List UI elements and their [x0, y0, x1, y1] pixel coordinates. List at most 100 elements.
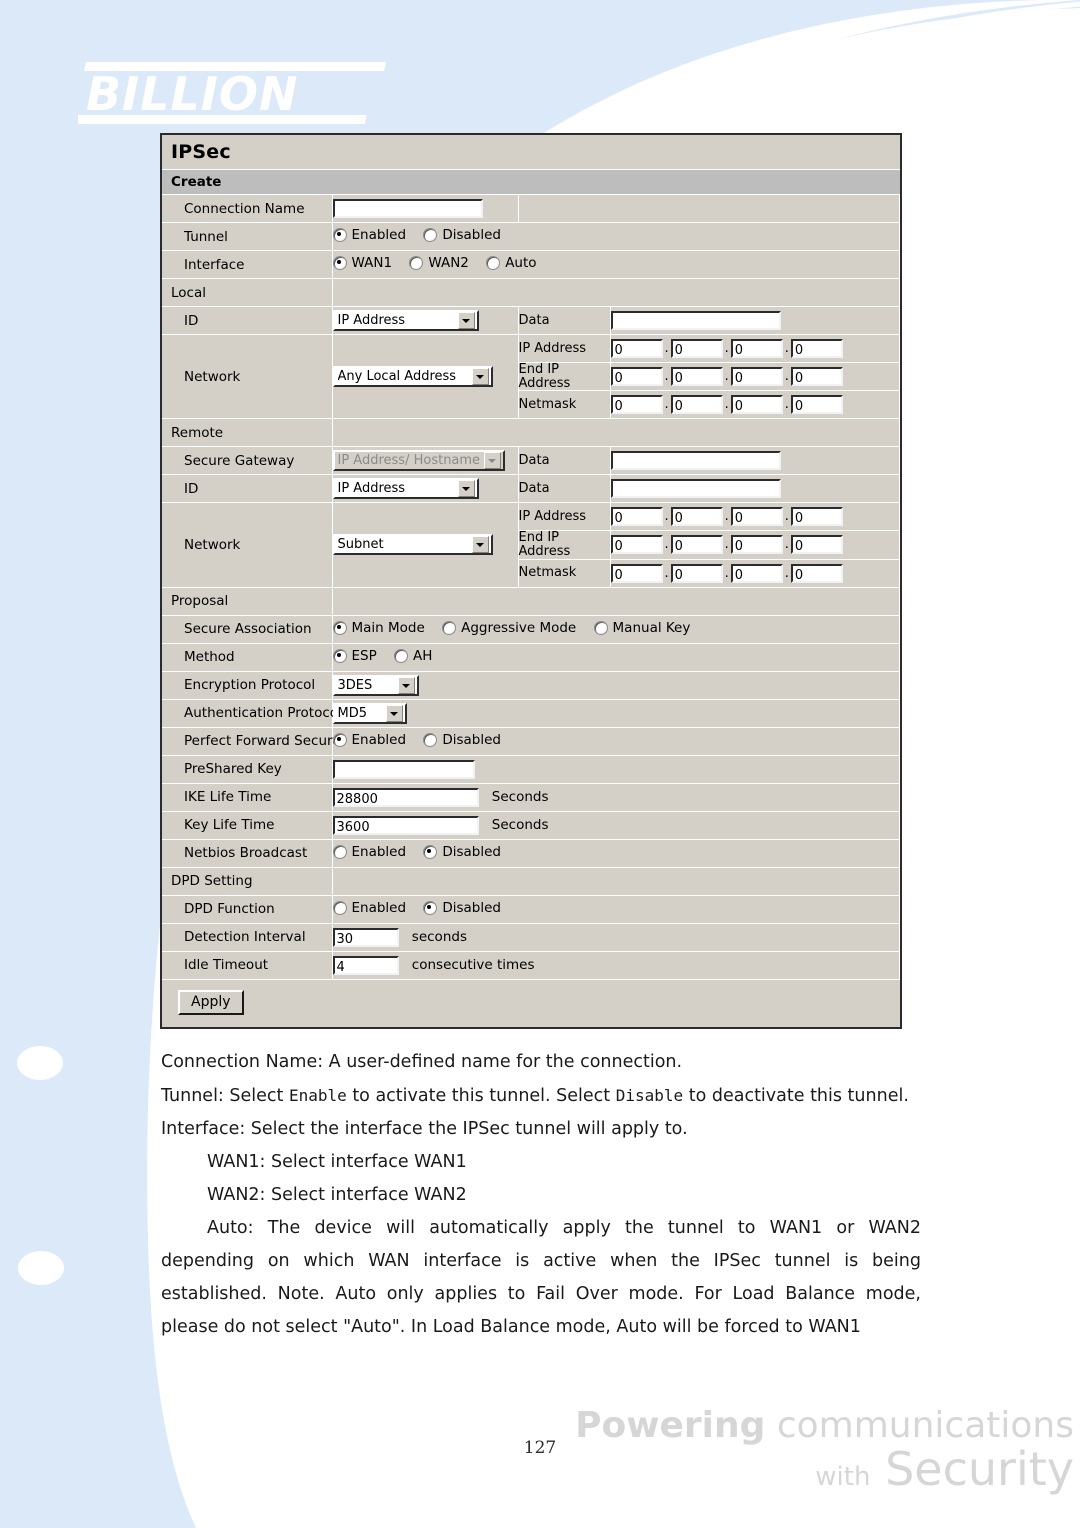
octet-separator: . [784, 509, 789, 525]
radio-dpd-disabled[interactable]: Disabled [423, 900, 501, 916]
local-netmask-octet-4[interactable]: 0 [790, 395, 843, 415]
secure-gateway-data-input[interactable] [610, 451, 781, 471]
cell-secure-gateway-data-input [610, 446, 900, 476]
octet-separator: . [784, 369, 789, 385]
cell-encryption-protocol-select: 3DES [332, 671, 900, 700]
chevron-down-icon [471, 536, 489, 554]
local-ip-octet-3[interactable]: 0 [730, 339, 783, 358]
remote-netmask-octet-2[interactable]: 0 [670, 563, 723, 583]
secure-gateway-type-select[interactable]: IP Address/ Hostname [332, 450, 505, 472]
row-perfect-forward-secure: Perfect Forward Secure Enabled Disabled [162, 727, 900, 756]
radio-dot-icon [332, 228, 347, 242]
select-value: MD5 [337, 705, 368, 721]
radio-label: Enabled [351, 731, 407, 748]
radio-dpd-enabled[interactable]: Enabled [332, 900, 406, 916]
manual-body-text: Connection Name: A user-defined name for… [161, 1046, 921, 1344]
row-detection-interval: Detection Interval 30 seconds [162, 923, 900, 952]
local-netmask-octet-1[interactable]: 0 [610, 395, 663, 415]
select-value: Subnet [337, 537, 384, 553]
local-ip-octet-1[interactable]: 0 [610, 339, 663, 358]
local-id-data-input[interactable] [610, 311, 781, 330]
radio-label: Disabled [442, 731, 502, 748]
radio-main-mode[interactable]: Main Mode [332, 620, 425, 636]
cell-connection-name-input [332, 195, 519, 223]
key-life-time-input[interactable]: 3600 [332, 815, 479, 835]
cell-authentication-protocol-select: MD5 [332, 699, 900, 728]
radio-manual-key[interactable]: Manual Key [593, 620, 690, 636]
row-secure-association: Secure Association Main Mode Aggressive … [162, 615, 900, 644]
cell-remote-ip-octets: 0.0.0.0 [610, 502, 900, 532]
local-endip-octet-2[interactable]: 0 [670, 367, 723, 387]
remote-ip-octet-4[interactable]: 0 [790, 507, 843, 527]
radio-method-esp[interactable]: ESP [332, 648, 377, 664]
radio-interface-auto[interactable]: Auto [486, 255, 537, 271]
encryption-protocol-select[interactable]: 3DES [332, 674, 419, 696]
row-local-header: Local [162, 278, 900, 307]
ike-life-time-input[interactable]: 28800 [332, 787, 479, 807]
local-endip-octet-4[interactable]: 0 [790, 367, 843, 387]
remote-endip-octet-1[interactable]: 0 [610, 535, 663, 555]
cell-secure-association-radios: Main Mode Aggressive Mode Manual Key [332, 615, 900, 644]
local-id-type-select[interactable]: IP Address [332, 310, 479, 331]
connection-name-input[interactable] [332, 199, 483, 218]
label-interface: Interface [162, 250, 333, 279]
radio-label: AH [413, 647, 433, 664]
local-netmask-octet-2[interactable]: 0 [670, 395, 723, 415]
paragraph-wan2: WAN2: Select interface WAN2 [207, 1185, 467, 1205]
radio-method-ah[interactable]: AH [394, 648, 432, 664]
local-endip-octet-1[interactable]: 0 [610, 367, 663, 387]
apply-bar: Apply [162, 979, 900, 1027]
remote-ip-octet-1[interactable]: 0 [610, 507, 663, 527]
authentication-protocol-select[interactable]: MD5 [332, 702, 407, 724]
label-local-id: ID [162, 306, 333, 335]
panel-section-header: Create [162, 170, 900, 195]
remote-ip-octet-3[interactable]: 0 [730, 507, 783, 527]
radio-interface-wan1[interactable]: WAN1 [332, 255, 392, 271]
cell-key-life-time-input: 3600 Seconds [332, 811, 900, 840]
octet-separator: . [724, 341, 729, 356]
cell-spacer [332, 418, 900, 448]
octet-separator: . [664, 341, 669, 356]
remote-id-data-input[interactable] [610, 479, 781, 499]
local-ip-octet-2[interactable]: 0 [670, 339, 723, 358]
idle-timeout-input[interactable]: 4 [332, 955, 399, 975]
radio-pfs-enabled[interactable]: Enabled [332, 731, 407, 748]
remote-netmask-octet-4[interactable]: 0 [790, 563, 843, 583]
radio-dot-icon [423, 900, 438, 915]
local-network-type-select[interactable]: Any Local Address [332, 366, 493, 388]
octet-separator: . [724, 537, 729, 553]
radio-dot-icon [423, 844, 438, 859]
unit-idle-timeout: consecutive times [411, 957, 535, 974]
radio-netbios-disabled[interactable]: Disabled [423, 844, 501, 860]
local-ip-octet-4[interactable]: 0 [790, 339, 843, 358]
remote-endip-octet-3[interactable]: 0 [730, 535, 783, 555]
apply-button[interactable]: Apply [178, 989, 244, 1015]
radio-interface-wan2[interactable]: WAN2 [409, 255, 469, 271]
local-netmask-octet-3[interactable]: 0 [730, 395, 783, 415]
remote-netmask-octet-3[interactable]: 0 [730, 563, 783, 583]
remote-endip-octet-2[interactable]: 0 [670, 535, 723, 555]
remote-ip-octet-2[interactable]: 0 [670, 507, 723, 527]
radio-aggressive-mode[interactable]: Aggressive Mode [442, 620, 576, 636]
octet-separator: . [664, 509, 669, 525]
radio-label: Aggressive Mode [461, 619, 577, 636]
cell-interface-radios: WAN1 WAN2 Auto [332, 250, 900, 279]
remote-network-type-select[interactable]: Subnet [332, 534, 493, 556]
remote-netmask-octet-1[interactable]: 0 [610, 563, 663, 583]
label-authentication-protocol: Authentication Protocol [162, 699, 342, 728]
label-perfect-forward-secure: Perfect Forward Secure [162, 727, 341, 756]
remote-endip-octet-4[interactable]: 0 [790, 535, 843, 555]
radio-tunnel-disabled[interactable]: Disabled [423, 227, 501, 243]
radio-tunnel-enabled[interactable]: Enabled [332, 227, 406, 243]
preshared-key-input[interactable] [332, 759, 475, 779]
remote-id-type-select[interactable]: IP Address [332, 478, 479, 500]
octet-separator: . [724, 397, 729, 413]
detection-interval-input[interactable]: 30 [332, 927, 399, 947]
select-value: IP Address/ Hostname [337, 453, 481, 469]
radio-pfs-disabled[interactable]: Disabled [423, 732, 501, 748]
local-endip-octet-3[interactable]: 0 [730, 367, 783, 387]
cell-spacer [332, 278, 900, 307]
radio-netbios-enabled[interactable]: Enabled [332, 844, 406, 860]
chevron-down-icon [471, 368, 489, 386]
cell-ike-life-time-input: 28800 Seconds [332, 783, 900, 812]
